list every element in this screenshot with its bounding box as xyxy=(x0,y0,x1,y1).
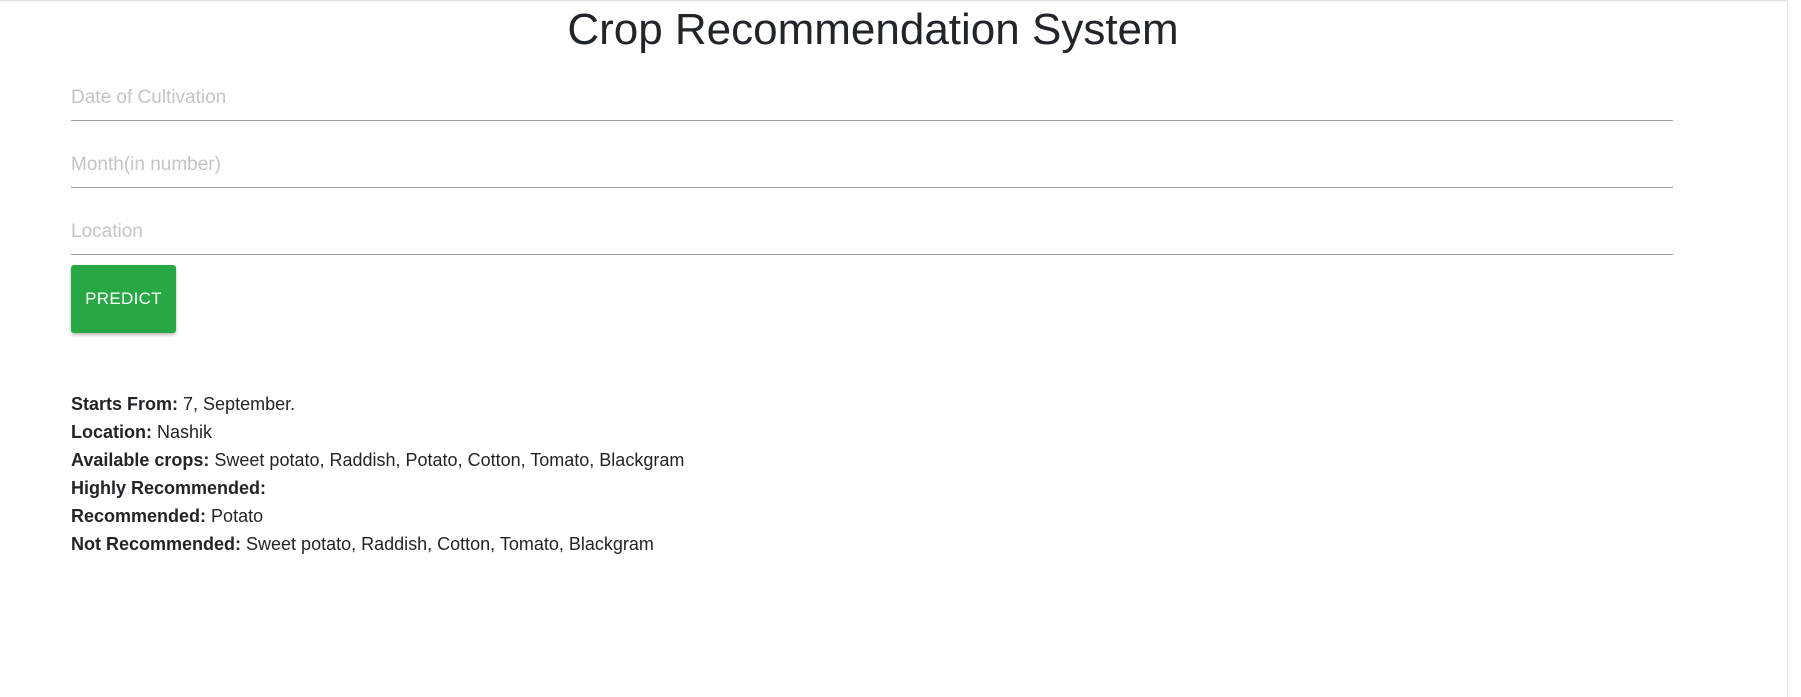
not-recommended-label: Not Recommended: xyxy=(71,534,242,554)
location-input[interactable] xyxy=(71,210,1673,255)
available-crops-value: Sweet potato, Raddish, Potato, Cotton, T… xyxy=(214,450,685,470)
results-panel: Starts From: 7, September. Location: Nas… xyxy=(71,390,684,558)
highly-recommended-label: Highly Recommended: xyxy=(71,478,267,498)
available-crops-row: Available crops: Sweet potato, Raddish, … xyxy=(71,446,684,474)
starts-from-value: 7, September. xyxy=(183,394,296,414)
not-recommended-row: Not Recommended: Sweet potato, Raddish, … xyxy=(71,530,684,558)
predict-button[interactable]: PREDICT xyxy=(71,265,176,333)
starts-from-label: Starts From: xyxy=(71,394,179,414)
highly-recommended-row: Highly Recommended: xyxy=(71,474,684,502)
available-crops-label: Available crops: xyxy=(71,450,210,470)
date-of-cultivation-input[interactable] xyxy=(71,76,1673,121)
page-title: Crop Recommendation System xyxy=(567,5,1179,54)
location-row: Location: Nashik xyxy=(71,418,684,446)
not-recommended-value: Sweet potato, Raddish, Cotton, Tomato, B… xyxy=(246,534,654,554)
location-value: Nashik xyxy=(157,422,213,442)
window-top-edge xyxy=(0,0,1801,2)
recommended-label: Recommended: xyxy=(71,506,207,526)
recommended-value: Potato xyxy=(211,506,264,526)
window-right-edge xyxy=(1787,0,1801,697)
location-label: Location: xyxy=(71,422,152,442)
starts-from-row: Starts From: 7, September. xyxy=(71,390,684,418)
recommended-row: Recommended: Potato xyxy=(71,502,684,530)
month-number-input[interactable] xyxy=(71,143,1673,188)
